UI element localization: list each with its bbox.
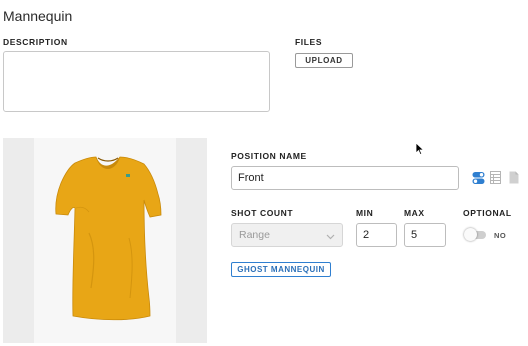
tshirt-image bbox=[55, 156, 162, 321]
position-name-label: POSITION NAME bbox=[231, 151, 307, 161]
upload-button[interactable]: UPLOAD bbox=[295, 53, 353, 68]
product-image-panel bbox=[3, 138, 207, 343]
shot-count-label: SHOT COUNT bbox=[231, 208, 294, 218]
description-textarea[interactable] bbox=[3, 51, 270, 112]
files-label: FILES bbox=[295, 37, 323, 47]
ghost-mannequin-button[interactable]: GHOST MANNEQUIN bbox=[231, 262, 331, 277]
product-image bbox=[34, 138, 176, 343]
shot-count-value: Range bbox=[239, 229, 270, 241]
page-title: Mannequin bbox=[3, 8, 73, 24]
shot-count-select[interactable]: Range bbox=[231, 223, 343, 247]
toggle-settings-icon[interactable] bbox=[472, 171, 485, 190]
max-input[interactable] bbox=[404, 223, 446, 247]
optional-label: OPTIONAL bbox=[463, 208, 512, 218]
min-label: MIN bbox=[356, 208, 374, 218]
max-label: MAX bbox=[404, 208, 425, 218]
optional-toggle-knob[interactable] bbox=[464, 228, 477, 241]
description-label: DESCRIPTION bbox=[3, 37, 68, 47]
chevron-down-icon bbox=[326, 231, 335, 243]
mouse-cursor-icon bbox=[415, 142, 425, 161]
position-name-input[interactable] bbox=[231, 166, 459, 190]
optional-state-text: NO bbox=[494, 231, 507, 240]
table-icon[interactable] bbox=[490, 171, 501, 189]
document-icon[interactable] bbox=[509, 171, 519, 189]
min-input[interactable] bbox=[356, 223, 397, 247]
